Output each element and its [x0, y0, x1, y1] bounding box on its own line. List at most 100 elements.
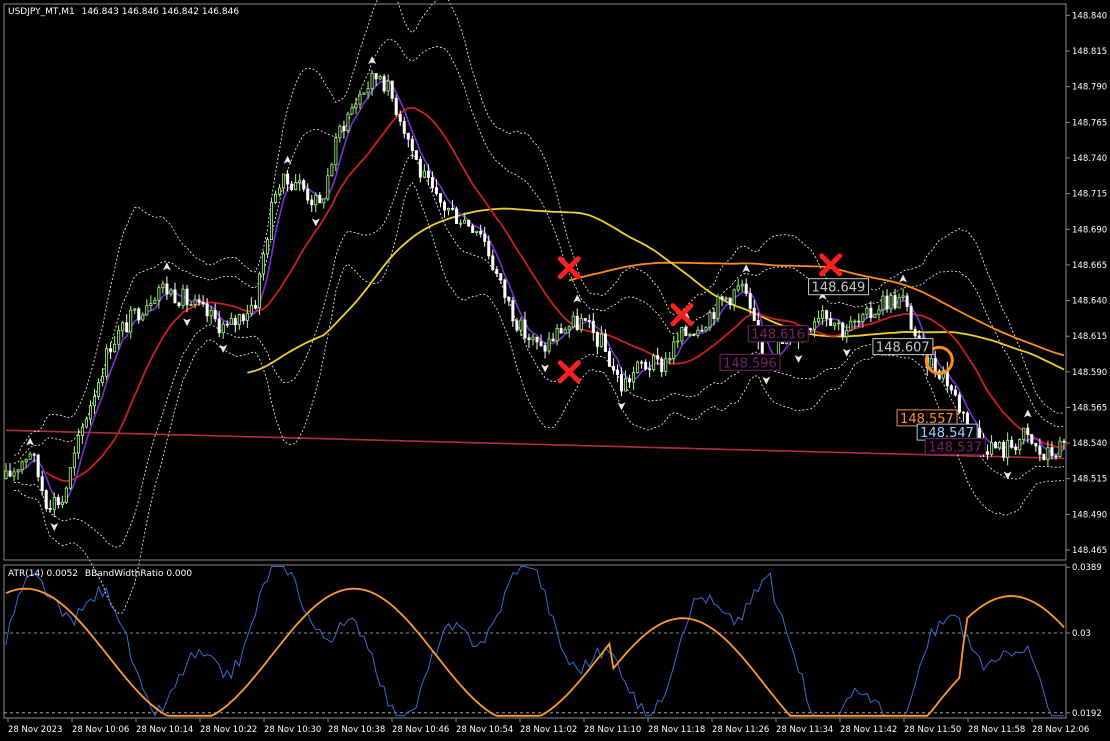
candle-body: [213, 309, 217, 320]
candle-body: [93, 396, 97, 407]
candle-body: [636, 361, 640, 373]
time-tick-label: 28 Nov 11:50: [904, 725, 961, 735]
price-label: 148.649: [808, 278, 870, 296]
candle-body: [483, 233, 487, 242]
candle-body: [503, 279, 507, 298]
candle-body: [447, 207, 451, 211]
candle-body: [322, 198, 326, 204]
candle-body: [720, 296, 724, 300]
candle-body: [684, 326, 688, 336]
candle-body: [487, 240, 491, 257]
price-tick-label: 148.565: [1072, 403, 1107, 413]
candle-body: [241, 314, 245, 321]
candle-body: [97, 382, 101, 397]
candle-body: [173, 289, 177, 304]
candle-body: [410, 138, 414, 152]
candle-body: [640, 361, 644, 364]
candle-body: [442, 201, 446, 211]
candle-body: [24, 458, 28, 463]
candle-body: [656, 355, 660, 360]
candle-body: [748, 293, 752, 309]
candle-body: [535, 336, 539, 343]
candle-body: [676, 340, 680, 343]
candle-body: [1062, 440, 1066, 443]
candle-body: [60, 501, 64, 506]
candle-body: [265, 239, 269, 255]
candle-body: [193, 299, 197, 305]
price-tick-label: 148.840: [1072, 11, 1107, 21]
candle-body: [716, 296, 720, 319]
candle-body: [841, 322, 845, 338]
price-label-text: 148.616: [751, 328, 805, 343]
candle-body: [101, 375, 105, 384]
candle-body: [56, 497, 60, 506]
candle-body: [861, 313, 865, 323]
candle-body: [495, 269, 499, 274]
candle-body: [1006, 439, 1010, 458]
candle-body: [253, 304, 257, 309]
candle-body: [986, 451, 990, 455]
time-tick-label: 28 Nov 11:10: [584, 725, 641, 735]
candle-body: [165, 283, 169, 295]
chart[interactable]: 148.649148.616148.596148.607148.557148.5…: [0, 0, 1110, 741]
candle-body: [414, 150, 418, 160]
candle-body: [109, 348, 113, 353]
candle-body: [865, 307, 869, 315]
candle-body: [76, 435, 80, 454]
price-label-text: 148.596: [723, 356, 777, 371]
price-label: 148.616: [747, 325, 809, 343]
candle-body: [877, 309, 881, 315]
candle-body: [221, 323, 225, 334]
candle-body: [615, 369, 619, 375]
candle-body: [853, 320, 857, 323]
candle-body: [1014, 446, 1018, 451]
candle-body: [668, 357, 672, 360]
sub-tick-label: 0.0192: [1072, 709, 1102, 719]
candle-body: [406, 132, 410, 140]
candle-body: [953, 389, 957, 396]
candle-body: [559, 328, 563, 334]
candle-body: [845, 329, 849, 338]
candle-body: [310, 199, 314, 206]
candle-body: [330, 164, 334, 177]
candle-body: [849, 320, 853, 331]
candle-body: [113, 343, 117, 353]
candle-body: [595, 332, 599, 347]
price-label-text: 148.649: [812, 281, 866, 296]
candle-body: [177, 302, 181, 307]
candle-body: [314, 194, 318, 206]
candle-body: [652, 355, 656, 370]
candle-body: [225, 323, 229, 326]
candle-body: [744, 283, 748, 294]
time-tick-label: 28 Nov 10:22: [200, 725, 257, 735]
candle-body: [390, 80, 394, 99]
price-label-text: 148.607: [876, 341, 930, 356]
candle-body: [64, 487, 68, 503]
candle-body: [648, 368, 652, 371]
candle-body: [374, 73, 378, 80]
candle-body: [181, 288, 185, 307]
time-tick-label: 28 Nov 10:06: [72, 725, 129, 735]
candle-body: [825, 310, 829, 319]
candle-body: [519, 319, 523, 331]
candle-body: [905, 295, 909, 307]
sub-tick-label: 0.03: [1072, 629, 1091, 639]
candle-body: [1038, 445, 1042, 455]
candle-body: [857, 320, 861, 323]
price-tick-label: 148.615: [1072, 332, 1107, 342]
candle-body: [386, 80, 390, 92]
candle-body: [475, 230, 479, 233]
candle-body: [430, 177, 434, 189]
sub-tick-label: 0.0389: [1072, 563, 1102, 573]
candle-body: [1018, 439, 1022, 451]
price-label: 148.596: [719, 353, 781, 371]
candle-body: [829, 318, 833, 326]
candle-body: [680, 326, 684, 342]
candle-body: [961, 411, 965, 414]
candle-body: [149, 303, 153, 307]
candle-body: [957, 394, 961, 413]
candle-body: [628, 378, 632, 383]
price-tick-label: 148.465: [1072, 546, 1107, 556]
candle-body: [752, 307, 756, 321]
candle-body: [579, 318, 583, 330]
